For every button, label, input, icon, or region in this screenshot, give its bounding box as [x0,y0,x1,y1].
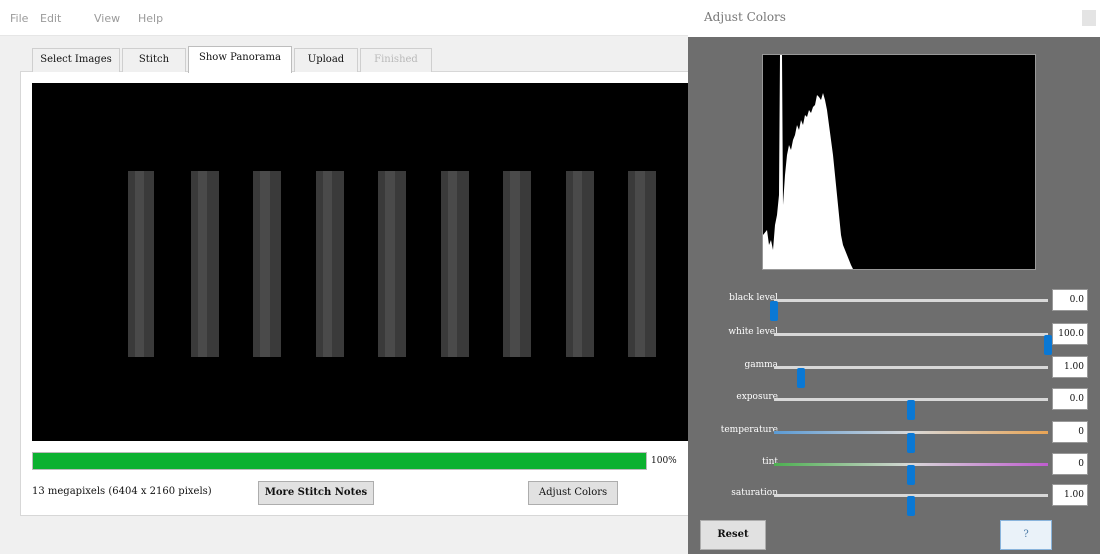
slider-handle[interactable] [907,496,915,516]
image-info: 13 megapixels (6404 x 2160 pixels) [32,486,212,497]
adjust-colors-button[interactable]: Adjust Colors [528,481,618,505]
close-icon[interactable] [1082,10,1096,26]
slider-label: gamma [744,360,778,370]
slider-value-field[interactable]: 100.0 [1052,323,1088,345]
slider-row-exposure: exposure 0.0 [688,387,1100,420]
panorama-strip [253,171,281,357]
slider-row-gamma: gamma 1.00 [688,355,1100,388]
slider-value-field[interactable]: 1.00 [1052,356,1088,378]
panorama-preview [32,83,690,441]
menu-help[interactable]: Help [138,12,163,25]
tab-stitch[interactable]: Stitch [122,48,186,72]
panorama-strip [128,171,154,357]
panorama-strip [378,171,406,357]
slider-track[interactable] [774,463,1048,485]
menu-file[interactable]: File [10,12,28,25]
slider-track[interactable] [774,398,1048,420]
menu-view[interactable]: View [94,12,120,25]
slider-value-field[interactable]: 0 [1052,453,1088,475]
histogram-plot [763,55,853,269]
histogram [762,54,1036,270]
panorama-strip [503,171,531,357]
slider-row-temperature: temperature 0 [688,420,1100,453]
more-stitch-notes-button[interactable]: More Stitch Notes [258,481,374,505]
slider-label: saturation [731,488,778,498]
slider-handle[interactable] [907,465,915,485]
progress-fill [33,453,646,469]
panorama-strip [565,171,594,357]
progress-percent: 100% [651,456,677,466]
slider-track[interactable] [774,333,1052,355]
help-button[interactable]: ? [1000,520,1052,550]
tab-select-images[interactable]: Select Images [32,48,120,72]
tab-show-panorama[interactable]: Show Panorama [188,46,292,73]
slider-value-field[interactable]: 0.0 [1052,388,1088,410]
reset-button[interactable]: Reset [700,520,766,550]
slider-label: temperature [720,425,778,435]
tab-finished: Finished [360,48,432,72]
progress-bar [32,452,647,470]
slider-handle[interactable] [797,368,806,388]
slider-row-saturation: saturation 1.00 [688,483,1100,516]
panorama-strip [440,171,469,357]
dialog-titlebar[interactable]: Adjust Colors [688,0,1100,37]
slider-value-field[interactable]: 1.00 [1052,484,1088,506]
panorama-strip [190,171,219,357]
slider-row-white-level: white level 100.0 [688,322,1100,355]
slider-track[interactable] [774,366,1048,388]
dialog-title: Adjust Colors [704,10,786,24]
slider-row-black-level: black level 0.0 [688,288,1100,321]
slider-handle[interactable] [770,301,778,321]
menu-bar: File Edit View Help [0,0,690,36]
slider-track[interactable] [770,299,1048,321]
slider-handle[interactable] [907,433,915,453]
slider-track[interactable] [774,431,1048,453]
panorama-strip [315,171,344,357]
slider-label: white level [728,327,778,337]
panorama-strip [628,171,656,357]
slider-value-field[interactable]: 0 [1052,421,1088,443]
slider-handle[interactable] [1044,335,1052,355]
adjust-colors-dialog: Adjust Colors black level 0.0 white leve… [688,0,1100,554]
main-window: File Edit View Help Select Images Stitch… [0,0,690,554]
slider-handle[interactable] [907,400,915,420]
menu-edit[interactable]: Edit [40,12,61,25]
histogram-shape [763,55,853,269]
slider-row-tint: tint 0 [688,452,1100,485]
slider-value-field[interactable]: 0.0 [1052,289,1088,311]
tab-upload[interactable]: Upload [294,48,358,72]
slider-track[interactable] [774,494,1048,516]
slider-label: exposure [736,392,778,402]
